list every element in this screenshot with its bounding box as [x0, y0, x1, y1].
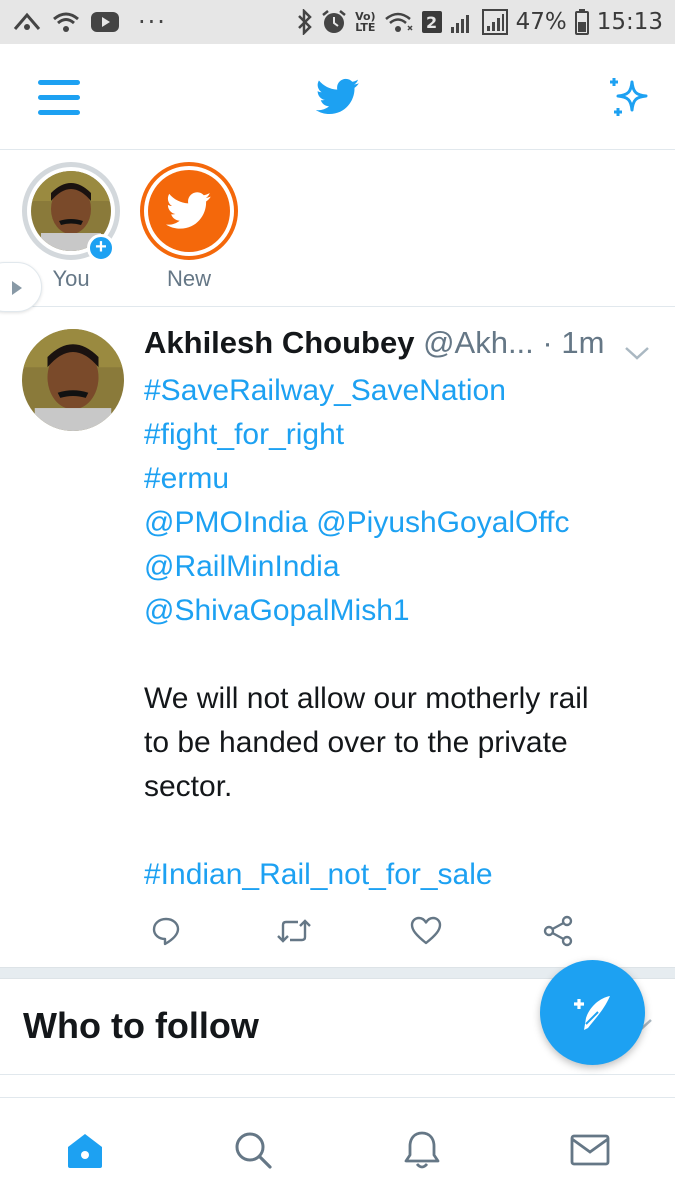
sim-badge: 2 — [421, 11, 442, 33]
more-dots-icon: ··· — [138, 8, 167, 36]
bluetooth-icon — [297, 9, 313, 35]
status-bar: ··· Vo) LTE 2 47% 15:13 — [0, 0, 675, 44]
section-title: Who to follow — [23, 1005, 259, 1046]
messages-icon[interactable] — [565, 1128, 615, 1172]
author-name[interactable]: Akhilesh Choubey — [144, 325, 414, 360]
hashtag-link[interactable]: #SaveRailway_SaveNation — [144, 369, 664, 413]
sparkle-icon[interactable] — [604, 74, 652, 125]
tweet-text-line: sector. — [144, 770, 233, 803]
add-fleet-icon[interactable]: + — [87, 234, 115, 262]
volte-label: Vo) LTE — [355, 10, 376, 34]
compose-tweet-button[interactable] — [540, 960, 645, 1065]
data-saver-icon — [12, 9, 42, 35]
battery-percent: 47% — [515, 9, 567, 35]
youtube-icon — [90, 11, 120, 33]
like-icon[interactable] — [404, 909, 448, 953]
fleet-label: New — [166, 266, 211, 291]
compose-feather-icon — [573, 995, 610, 1030]
wifi-icon — [384, 10, 414, 34]
fleet-new-ring — [140, 162, 238, 260]
tweet-text-line: to be handed over to the private — [144, 726, 568, 759]
author-handle[interactable]: @Akh... — [423, 325, 534, 360]
fleet-new[interactable]: New — [139, 162, 239, 292]
battery-icon — [574, 9, 589, 35]
search-icon[interactable] — [228, 1128, 278, 1172]
wifi-icon — [52, 10, 80, 34]
fleet-new-circle — [148, 170, 230, 252]
twitter-bird-icon — [166, 192, 212, 229]
mention-link[interactable]: @ShivaGopalMish1 — [144, 589, 664, 633]
share-icon[interactable] — [536, 909, 580, 953]
avatar[interactable] — [22, 329, 124, 431]
hashtag-link[interactable]: #Indian_Rail_not_for_sale — [144, 853, 664, 897]
menu-icon[interactable] — [38, 80, 80, 116]
twitter-bird-icon — [315, 78, 360, 121]
tweet-actions — [144, 909, 614, 953]
author-photo — [22, 329, 124, 431]
reply-icon[interactable] — [144, 909, 188, 953]
app-bar — [0, 44, 675, 150]
bottom-nav — [0, 1097, 675, 1200]
tweet-text: #SaveRailway_SaveNation #fight_for_right… — [144, 369, 664, 897]
mention-link[interactable]: @RailMinIndia — [144, 545, 664, 589]
tweet[interactable]: Akhilesh Choubey @Akh... · 1m #SaveRailw… — [0, 307, 675, 967]
hashtag-link[interactable]: #fight_for_right — [144, 413, 664, 457]
alarm-icon — [321, 9, 347, 35]
expand-handle[interactable] — [0, 262, 42, 312]
tweet-header: Akhilesh Choubey @Akh... · 1m — [144, 325, 654, 369]
tweet-time[interactable]: 1m — [561, 325, 604, 360]
home-icon[interactable] — [60, 1128, 110, 1172]
twitter-app-screen: ··· Vo) LTE 2 47% 15:13 + You New Akhile… — [0, 0, 675, 1200]
hashtag-link[interactable]: #ermu — [144, 457, 664, 501]
tweet-text-line: We will not allow our motherly rail — [144, 682, 589, 715]
clock: 15:13 — [596, 9, 663, 35]
signal-icon — [481, 9, 508, 35]
chevron-down-icon[interactable] — [624, 333, 650, 369]
notifications-icon[interactable] — [397, 1128, 447, 1172]
signal-icon — [450, 10, 474, 34]
play-arrow-icon — [12, 281, 22, 295]
separator-dot: · — [533, 325, 562, 360]
volte-icon: Vo) LTE — [355, 11, 376, 33]
retweet-icon[interactable] — [272, 909, 316, 953]
mention-link[interactable]: @PMOIndia — [144, 506, 308, 539]
mention-link[interactable]: @PiyushGoyalOffc — [316, 506, 569, 539]
fleets-bar: + You New — [0, 150, 675, 312]
